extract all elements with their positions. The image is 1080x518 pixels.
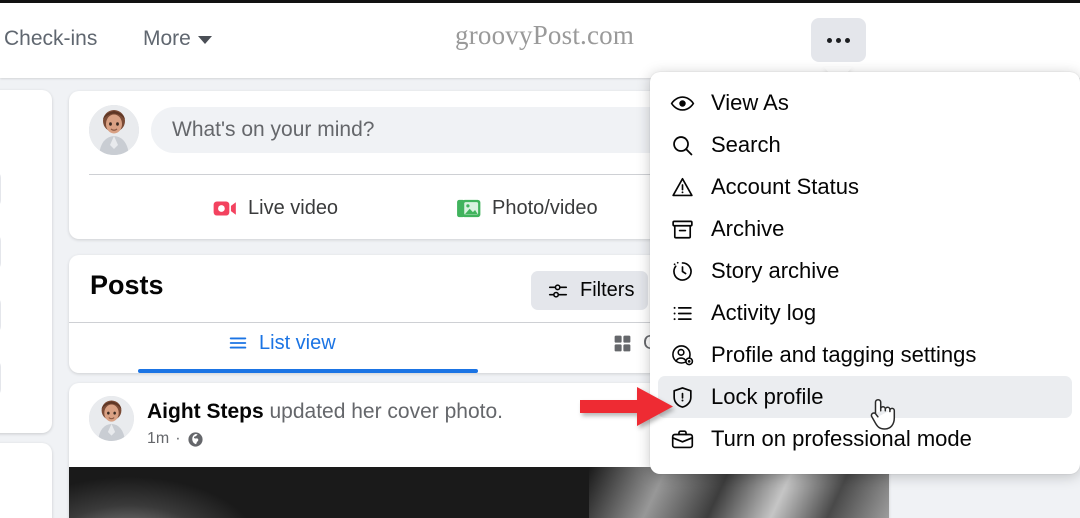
briefcase-icon xyxy=(669,426,695,452)
eye-icon xyxy=(669,90,695,116)
live-video-button[interactable]: Live video xyxy=(212,195,338,221)
menu-item-story-archive[interactable]: Story archive xyxy=(658,250,1072,292)
more-options-button[interactable] xyxy=(811,18,866,62)
search-icon xyxy=(669,132,695,158)
menu-item-account-status[interactable]: Account Status xyxy=(658,166,1072,208)
sidebar-placeholder-row xyxy=(0,233,1,271)
menu-item-search[interactable]: Search xyxy=(658,124,1072,166)
composer-placeholder: What's on your mind? xyxy=(172,118,375,141)
clock-history-icon xyxy=(669,258,695,284)
menu-item-label: Search xyxy=(711,132,781,157)
photo-video-label: Photo/video xyxy=(492,196,598,219)
menu-item-label: Lock profile xyxy=(711,384,824,409)
menu-item-label: Turn on professional mode xyxy=(711,426,972,451)
menu-item-label: Archive xyxy=(711,216,785,241)
menu-item-lock-profile[interactable]: Lock profile xyxy=(658,376,1072,418)
active-tab-underline xyxy=(138,369,478,373)
chevron-down-icon[interactable] xyxy=(198,36,212,44)
avatar[interactable] xyxy=(89,396,134,441)
nav-item-check-ins[interactable]: Check-ins xyxy=(4,27,97,51)
menu-item-label: Activity log xyxy=(711,300,817,325)
archive-box-icon xyxy=(669,216,695,242)
filters-label: Filters xyxy=(580,279,635,301)
more-options-menu: View As Search Account Status Archive St… xyxy=(650,72,1080,474)
menu-item-activity-log[interactable]: Activity log xyxy=(658,292,1072,334)
post-headline: Aight Steps updated her cover photo. xyxy=(147,400,503,424)
menu-item-label: Profile and tagging settings xyxy=(711,342,977,367)
post-action-text: updated her cover photo. xyxy=(263,400,504,423)
post-cover-photo[interactable] xyxy=(69,467,889,518)
tab-list-view-label: List view xyxy=(259,331,336,354)
list-icon xyxy=(669,300,695,326)
shield-lock-icon xyxy=(669,384,695,410)
post-cover-photo-highlight xyxy=(589,467,889,518)
filters-icon xyxy=(545,278,571,304)
sidebar-placeholder-row xyxy=(0,359,1,397)
facebook-profile-screen: tos What's on your mind? xyxy=(0,0,1080,518)
grid-view-icon xyxy=(609,330,635,356)
profile-gear-icon xyxy=(669,342,695,368)
post-author[interactable]: Aight Steps xyxy=(147,400,264,423)
photo-video-icon xyxy=(456,195,482,221)
post-timestamp[interactable]: 1m xyxy=(147,430,169,448)
menu-item-profile-and-tagging-settings[interactable]: Profile and tagging settings xyxy=(658,334,1072,376)
post-meta-separator: · xyxy=(175,430,181,447)
menu-item-view-as[interactable]: View As xyxy=(658,82,1072,124)
avatar-illustration xyxy=(89,396,134,441)
ellipsis-dot-icon xyxy=(827,37,832,43)
filters-button[interactable]: Filters xyxy=(531,271,649,310)
window-top-border xyxy=(0,0,1080,3)
globe-icon[interactable] xyxy=(187,430,205,448)
ellipsis-dot-icon xyxy=(845,37,850,43)
sidebar-placeholder-card xyxy=(0,90,52,433)
sidebar-placeholder-row xyxy=(0,170,1,208)
profile-nav-bar: Check-ins More groovyPost.com xyxy=(0,0,1080,78)
menu-item-turn-on-professional-mode[interactable]: Turn on professional mode xyxy=(658,418,1072,460)
live-video-icon xyxy=(212,195,238,221)
photo-video-button[interactable]: Photo/video xyxy=(456,195,598,221)
avatar[interactable] xyxy=(89,105,139,155)
avatar-illustration xyxy=(89,105,139,155)
page-title: Posts xyxy=(90,270,164,300)
ellipsis-dot-icon xyxy=(836,37,841,43)
nav-item-more[interactable]: More xyxy=(143,27,191,51)
list-view-icon xyxy=(225,330,251,356)
live-video-label: Live video xyxy=(248,196,339,219)
watermark: groovyPost.com xyxy=(455,20,635,50)
menu-item-label: View As xyxy=(711,90,789,115)
menu-item-label: Account Status xyxy=(711,174,859,199)
tab-list-view[interactable]: List view xyxy=(225,330,336,356)
menu-item-label: Story archive xyxy=(711,258,840,283)
sidebar-placeholder-row xyxy=(0,296,1,334)
menu-item-archive[interactable]: Archive xyxy=(658,208,1072,250)
post-meta: 1m · xyxy=(147,430,205,448)
sidebar-photos-card: tos xyxy=(0,443,52,518)
warning-triangle-icon xyxy=(669,174,695,200)
